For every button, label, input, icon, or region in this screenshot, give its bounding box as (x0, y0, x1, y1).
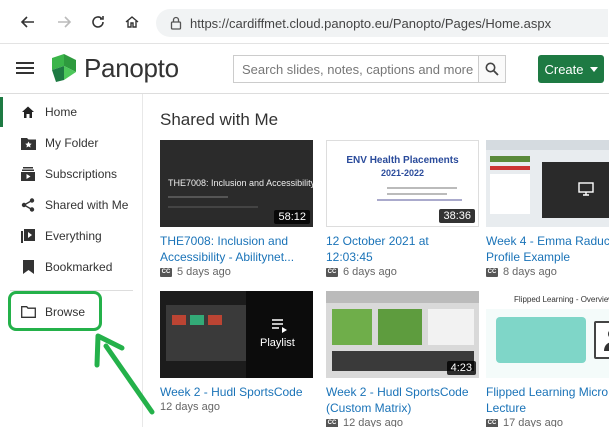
play-box-icon (20, 228, 36, 244)
star-folder-icon (20, 135, 36, 151)
reload-icon (92, 16, 104, 28)
video-thumbnail[interactable]: 4:23 (326, 291, 479, 378)
sidebar-item-label: Shared with Me (45, 198, 129, 212)
video-meta: CC 6 days ago (326, 266, 479, 278)
sidebar-item-everything[interactable]: Everything (0, 221, 143, 251)
captions-icon: CC (326, 418, 338, 427)
screen-icon (578, 182, 594, 196)
back-arrow-icon (20, 16, 34, 28)
video-thumbnail[interactable]: ENV Health Placements 2021-2022 38:36 (326, 140, 479, 227)
bookmark-icon (20, 259, 36, 275)
sidebar-item-label: Subscriptions (45, 167, 118, 181)
app-header: Panopto Create (0, 44, 609, 94)
search-input[interactable] (242, 61, 478, 77)
video-title[interactable]: Week 2 - Hudl SportsCode (Custom Matrix) (326, 384, 479, 416)
video-title[interactable]: Week 4 - Emma Raducanu Profile Example (486, 233, 609, 265)
share-icon (20, 197, 36, 213)
lock-icon (170, 16, 182, 30)
video-title[interactable]: Flipped Learning Micro Lecture (486, 384, 609, 416)
browse-highlight-box (8, 291, 102, 331)
video-title[interactable]: THE7008: Inclusion and Accessibility - A… (160, 233, 313, 265)
video-thumbnail[interactable]: Playlist (160, 291, 313, 378)
video-thumbnail[interactable]: Flipped Learning - Overview (486, 291, 609, 378)
panopto-logo-icon (52, 54, 76, 82)
sidebar-item-shared-with-me[interactable]: Shared with Me (0, 190, 143, 220)
video-meta: CC 5 days ago (160, 266, 313, 278)
captions-icon: CC (486, 418, 498, 427)
search-icon (485, 62, 499, 76)
video-date: 8 days ago (503, 266, 557, 278)
address-bar[interactable]: https://cardiffmet.cloud.panopto.eu/Pano… (156, 9, 608, 37)
house-icon (125, 16, 139, 28)
sidebar-item-label: Bookmarked (45, 260, 113, 274)
video-duration: 58:12 (274, 210, 310, 224)
sidebar-item-label: My Folder (45, 136, 99, 150)
video-duration: 4:23 (446, 361, 476, 375)
sidebar-item-my-folder[interactable]: My Folder (0, 128, 143, 158)
main-content: Shared with Me THE7008: Inclusion and Ac… (144, 94, 609, 427)
video-title[interactable]: 12 October 2021 at 12:03:45 (326, 233, 479, 265)
presenter-icon (604, 331, 609, 351)
thumbnail-heading: ENV Health Placements (346, 155, 459, 166)
menu-icon[interactable] (16, 59, 34, 77)
search-button[interactable] (478, 55, 506, 83)
subscriptions-icon (20, 166, 36, 182)
thumbnail-heading: Flipped Learning - Overview (514, 295, 609, 304)
video-date: 12 days ago (343, 417, 403, 427)
playlist-label: Playlist (260, 337, 295, 349)
video-meta: 12 days ago (160, 401, 313, 413)
sidebar-item-home[interactable]: Home (0, 97, 143, 127)
playlist-icon (272, 319, 287, 333)
sidebar-item-label: Everything (45, 229, 102, 243)
browser-toolbar: https://cardiffmet.cloud.panopto.eu/Pano… (0, 0, 609, 44)
video-date: 5 days ago (177, 266, 231, 278)
section-title: Shared with Me (160, 110, 279, 129)
video-meta: CC 12 days ago (326, 417, 479, 427)
home-icon (20, 104, 36, 120)
video-date: 17 days ago (503, 417, 563, 427)
home-browser-button[interactable] (118, 8, 146, 36)
video-date: 6 days ago (343, 266, 397, 278)
reload-button[interactable] (84, 8, 112, 36)
video-meta: CC 8 days ago (486, 266, 609, 278)
sidebar: Home My Folder Subscriptions Shared with… (0, 94, 143, 427)
create-label: Create (544, 61, 584, 77)
create-button[interactable]: Create (538, 55, 604, 83)
search-box (233, 55, 478, 83)
back-button[interactable] (14, 8, 42, 36)
url-text: https://cardiffmet.cloud.panopto.eu/Pano… (190, 15, 552, 31)
forward-button[interactable] (50, 8, 78, 36)
captions-icon: CC (326, 267, 338, 277)
captions-icon: CC (486, 267, 498, 277)
video-card[interactable]: 4:23 Week 2 - Hudl SportsCode (Custom Ma… (326, 291, 479, 427)
video-card[interactable]: THE7008: Inclusion and Accessibility 58:… (160, 140, 313, 278)
video-card[interactable]: Flipped Learning - Overview Flipped Lear… (486, 291, 609, 427)
video-meta: CC 17 days ago (486, 417, 609, 427)
video-thumbnail[interactable] (486, 140, 609, 227)
video-thumbnail[interactable]: THE7008: Inclusion and Accessibility 58:… (160, 140, 313, 227)
video-card[interactable]: Week 4 - Emma Raducanu Profile Example C… (486, 140, 609, 278)
thumbnail-text: THE7008: Inclusion and Accessibility (168, 178, 313, 188)
chevron-down-icon (589, 66, 598, 72)
panopto-logo[interactable]: Panopto (48, 52, 179, 84)
video-card[interactable]: ENV Health Placements 2021-2022 38:36 12… (326, 140, 479, 278)
forward-arrow-icon (58, 16, 72, 28)
sidebar-item-subscriptions[interactable]: Subscriptions (0, 159, 143, 189)
sidebar-item-label: Home (45, 105, 78, 119)
thumbnail-subheading: 2021-2022 (380, 168, 425, 178)
logo-text: Panopto (84, 52, 179, 83)
video-date: 12 days ago (160, 401, 220, 413)
video-duration: 38:36 (439, 209, 475, 223)
video-card[interactable]: Playlist Week 2 - Hudl SportsCode 12 day… (160, 291, 313, 413)
sidebar-item-bookmarked[interactable]: Bookmarked (0, 252, 143, 282)
captions-icon: CC (160, 267, 172, 277)
